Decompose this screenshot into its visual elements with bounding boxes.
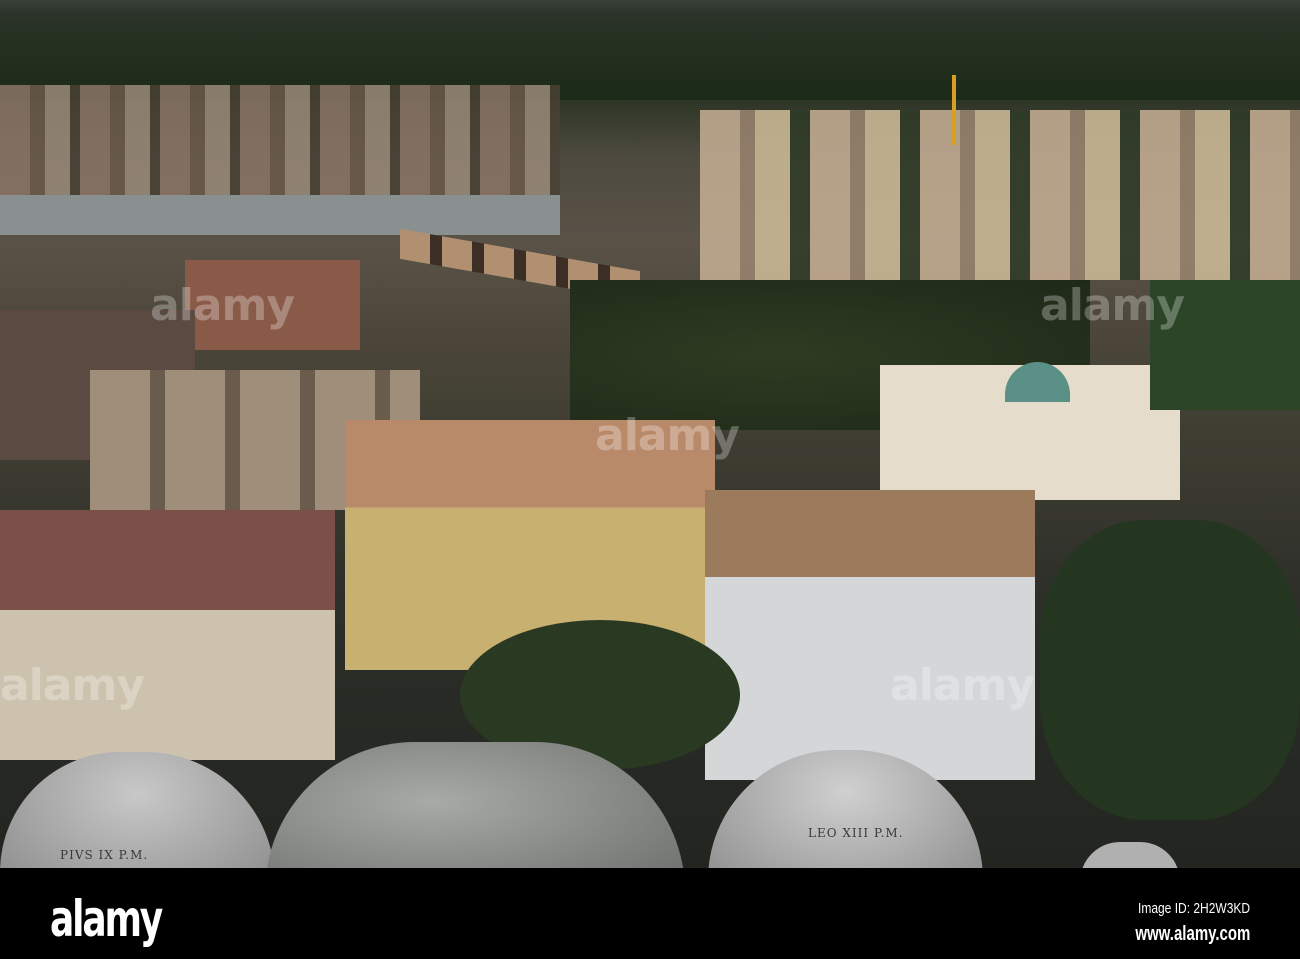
- scaffolded-building: [705, 490, 1035, 780]
- statue-edge-right: [1080, 842, 1180, 868]
- railway: [0, 195, 560, 235]
- watermark: alamy: [1040, 280, 1185, 331]
- buildings-left: [0, 85, 560, 200]
- watermark: alamy: [150, 280, 295, 331]
- watermark: alamy: [595, 410, 740, 461]
- inscription-pius: PIVS IX P.M.: [60, 848, 149, 862]
- buildings-right: [700, 110, 1300, 280]
- footer-bar: alamy Image ID: 2H2W3KD www.alamy.com: [0, 868, 1300, 959]
- watermark: alamy: [0, 660, 145, 711]
- trees-right: [1040, 520, 1300, 820]
- aerial-city-photo: PIVS IX P.M. LEO XIII P.M. alamy alamy a…: [0, 0, 1300, 868]
- alamy-logo: alamy: [50, 890, 163, 948]
- beige-building-left: [0, 510, 335, 760]
- inscription-leo: LEO XIII P.M.: [808, 826, 904, 840]
- crane: [952, 75, 956, 145]
- stock-photo-page: PIVS IX P.M. LEO XIII P.M. alamy alamy a…: [0, 0, 1300, 959]
- website-url: www.alamy.com: [1134, 923, 1250, 945]
- watermark: alamy: [890, 660, 1035, 711]
- image-id: Image ID: 2H2W3KD: [1137, 900, 1250, 917]
